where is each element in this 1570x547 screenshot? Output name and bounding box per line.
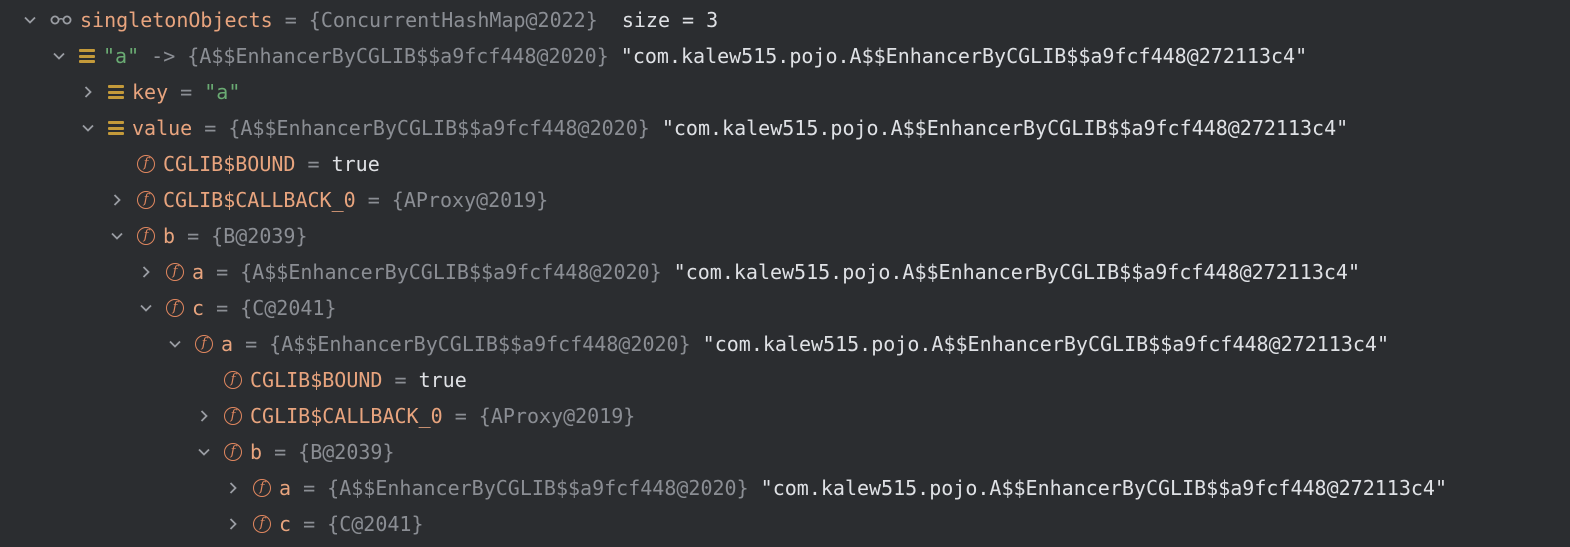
field-icon: f <box>137 155 155 173</box>
operator: = <box>295 152 332 176</box>
type-label: {ConcurrentHashMap@2022} <box>308 8 598 32</box>
type-label: {B@2039} <box>298 440 395 464</box>
operator: -> <box>139 44 188 68</box>
map-entry-icon <box>108 84 124 100</box>
tree-row[interactable]: f c = {C@2041} <box>225 506 424 542</box>
value-text: "com.kalew515.pojo.A$$EnhancerByCGLIB$$a… <box>649 116 1349 140</box>
variable-name: value <box>132 116 193 140</box>
tree-row[interactable]: "a" -> {A$$EnhancerByCGLIB$$a9fcf448@202… <box>51 38 1307 74</box>
field-icon: f <box>253 479 271 497</box>
operator: = <box>291 476 328 500</box>
type-label: {C@2041} <box>240 296 337 320</box>
type-label: {A$$EnhancerByCGLIB$$a9fcf448@2020} <box>228 116 650 140</box>
operator: = <box>204 296 241 320</box>
type-label: {C@2041} <box>327 512 424 536</box>
tree-row[interactable]: f c = {C@2041} <box>138 290 337 326</box>
tree-row[interactable]: f b = {B@2039} <box>109 218 308 254</box>
operator: = <box>204 260 241 284</box>
chevron-down-icon[interactable] <box>167 336 183 352</box>
variable-name: b <box>163 224 176 248</box>
variable-name: CGLIB$BOUND <box>163 152 296 176</box>
watch-glasses-icon <box>50 13 72 27</box>
variable-name: singletonObjects <box>80 8 273 32</box>
field-icon: f <box>195 335 213 353</box>
field-icon: f <box>224 443 242 461</box>
variable-name: c <box>192 296 205 320</box>
tree-row[interactable]: key = "a" <box>80 74 240 110</box>
type-label: {AProxy@2019} <box>391 188 549 212</box>
type-label: {AProxy@2019} <box>478 404 636 428</box>
value-text: true <box>418 368 467 392</box>
operator: = <box>442 404 479 428</box>
tree-row[interactable]: f CGLIB$BOUND = true <box>196 362 467 398</box>
map-entry-icon <box>79 48 95 64</box>
tree-row[interactable]: f a = {A$$EnhancerByCGLIB$$a9fcf448@2020… <box>167 326 1389 362</box>
type-label: {A$$EnhancerByCGLIB$$a9fcf448@2020} <box>187 44 609 68</box>
value-text: true <box>331 152 380 176</box>
debugger-variables-tree: singletonObjects = {ConcurrentHashMap@20… <box>0 0 1570 547</box>
variable-name: a <box>221 332 234 356</box>
chevron-right-icon[interactable] <box>225 480 241 496</box>
value-text: size = 3 <box>597 8 719 32</box>
tree-row[interactable]: f a = {A$$EnhancerByCGLIB$$a9fcf448@2020… <box>138 254 1360 290</box>
variable-name: CGLIB$CALLBACK_0 <box>163 188 356 212</box>
variable-name: a <box>279 476 292 500</box>
value-text: "com.kalew515.pojo.A$$EnhancerByCGLIB$$a… <box>661 260 1360 284</box>
chevron-down-icon[interactable] <box>51 48 67 64</box>
type-label: {A$$EnhancerByCGLIB$$a9fcf448@2020} <box>240 260 662 284</box>
type-label: {B@2039} <box>211 224 308 248</box>
chevron-down-icon[interactable] <box>80 120 96 136</box>
field-icon: f <box>137 191 155 209</box>
operator: = <box>192 116 229 140</box>
tree-row[interactable]: singletonObjects = {ConcurrentHashMap@20… <box>22 2 718 38</box>
chevron-down-icon[interactable] <box>196 444 212 460</box>
field-icon: f <box>166 299 184 317</box>
field-icon: f <box>137 227 155 245</box>
type-label: {A$$EnhancerByCGLIB$$a9fcf448@2020} <box>327 476 749 500</box>
field-icon: f <box>224 407 242 425</box>
type-label: {A$$EnhancerByCGLIB$$a9fcf448@2020} <box>269 332 691 356</box>
variable-name: a <box>192 260 205 284</box>
tree-row[interactable]: f a = {A$$EnhancerByCGLIB$$a9fcf448@2020… <box>225 470 1447 506</box>
tree-row[interactable]: f b = {B@2039} <box>196 434 395 470</box>
operator: = <box>291 512 328 536</box>
chevron-right-icon[interactable] <box>225 516 241 532</box>
variable-name: b <box>250 440 263 464</box>
chevron-down-icon[interactable] <box>22 12 38 28</box>
value-text: "com.kalew515.pojo.A$$EnhancerByCGLIB$$a… <box>608 44 1308 68</box>
variable-name: key <box>132 80 169 104</box>
map-entry-icon <box>108 120 124 136</box>
variable-name: c <box>279 512 292 536</box>
operator: = <box>262 440 299 464</box>
tree-row[interactable]: f CGLIB$BOUND = true <box>109 146 380 182</box>
value-text: "com.kalew515.pojo.A$$EnhancerByCGLIB$$a… <box>690 332 1389 356</box>
variable-name: CGLIB$CALLBACK_0 <box>250 404 443 428</box>
field-icon: f <box>166 263 184 281</box>
tree-row[interactable]: value = {A$$EnhancerByCGLIB$$a9fcf448@20… <box>80 110 1348 146</box>
tree-row[interactable]: f CGLIB$CALLBACK_0 = {AProxy@2019} <box>196 398 635 434</box>
variable-name: CGLIB$BOUND <box>250 368 383 392</box>
entry-key: "a" <box>103 44 140 68</box>
chevron-right-icon[interactable] <box>109 192 125 208</box>
field-icon: f <box>224 371 242 389</box>
field-icon: f <box>253 515 271 533</box>
value-text: "com.kalew515.pojo.A$$EnhancerByCGLIB$$a… <box>748 476 1447 500</box>
operator: = <box>168 80 205 104</box>
tree-row[interactable]: f CGLIB$CALLBACK_0 = {AProxy@2019} <box>109 182 548 218</box>
chevron-down-icon[interactable] <box>138 300 154 316</box>
operator: = <box>233 332 270 356</box>
operator: = <box>272 8 309 32</box>
value-text: "a" <box>204 80 241 104</box>
chevron-right-icon[interactable] <box>80 84 96 100</box>
chevron-right-icon[interactable] <box>138 264 154 280</box>
operator: = <box>355 188 392 212</box>
chevron-down-icon[interactable] <box>109 228 125 244</box>
operator: = <box>382 368 419 392</box>
operator: = <box>175 224 212 248</box>
chevron-right-icon[interactable] <box>196 408 212 424</box>
